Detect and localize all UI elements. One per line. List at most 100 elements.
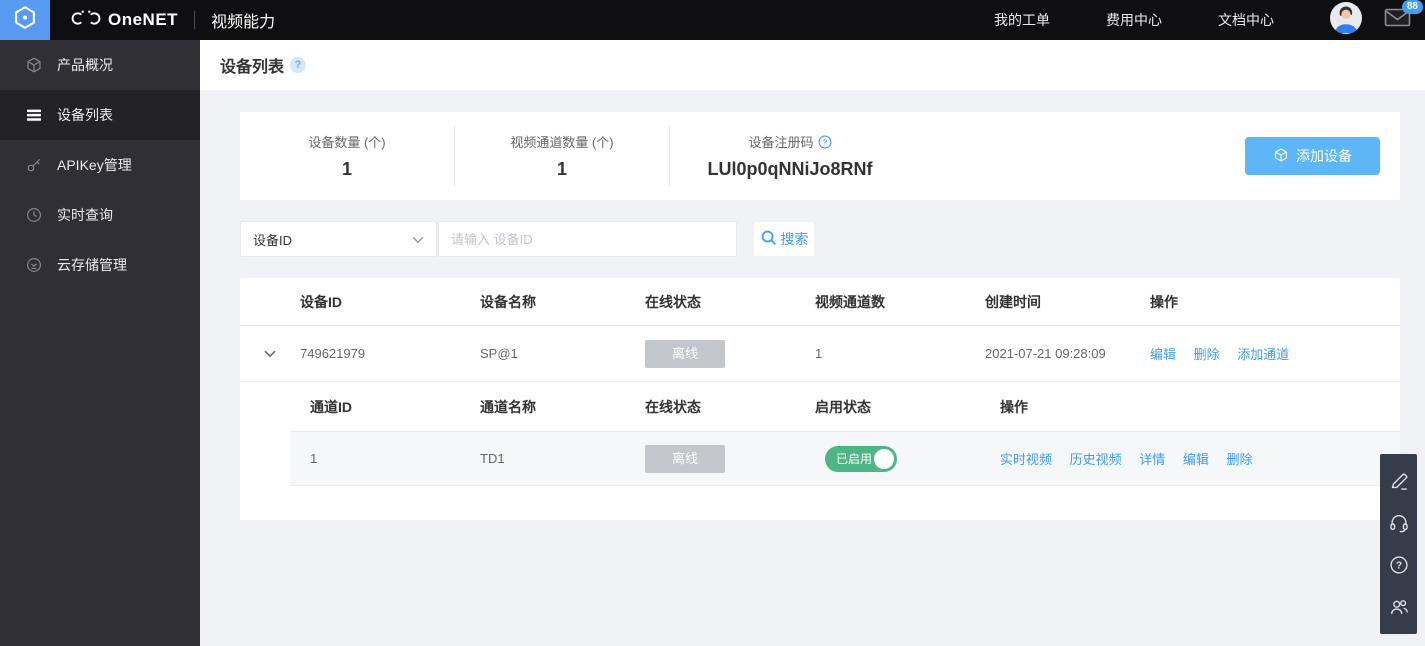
enable-status-toggle[interactable]: 已启用 [825, 446, 897, 472]
page-header: 设备列表 ? [200, 40, 1425, 90]
onenet-logo-icon [70, 9, 102, 32]
channel-table-header: 通道ID 通道名称 在线状态 启用状态 操作 [290, 382, 1400, 432]
register-code-help-icon[interactable]: ? [818, 135, 832, 149]
delete-channel-link[interactable]: 删除 [1227, 452, 1253, 467]
col-channel-online-status: 在线状态 [645, 397, 815, 417]
device-id-cell: 749621979 [300, 346, 480, 361]
content: 设备数量 (个) 1 视频通道数量 (个) 1 设备注册码 ? LUl [200, 90, 1425, 520]
sidebar-item-apikey[interactable]: APIKey管理 [0, 140, 200, 190]
live-video-link[interactable]: 实时视频 [1000, 452, 1052, 467]
page-title: 设备列表 [220, 53, 284, 77]
divider [194, 11, 195, 29]
stat-device-count: 设备数量 (个) 1 [240, 126, 455, 186]
sidebar: 产品概况 设备列表 APIKey管理 实时查询 [0, 40, 200, 646]
channel-table: 通道ID 通道名称 在线状态 启用状态 操作 1 TD1 离线 已启用 [290, 382, 1400, 486]
search-row: 设备ID 搜索 [240, 221, 1400, 257]
search-icon [760, 229, 777, 249]
device-table: 设备ID 设备名称 在线状态 视频通道数 创建时间 操作 749621979 S… [240, 278, 1400, 520]
brand-name: OneNET [108, 10, 178, 30]
avatar[interactable] [1330, 2, 1362, 39]
stat-register-code: 设备注册码 ? LUl0p0qNNiJo8RNf [670, 126, 910, 186]
col-enable-status: 启用状态 [815, 397, 1000, 417]
edit-channel-link[interactable]: 编辑 [1183, 452, 1209, 467]
col-device-name: 设备名称 [480, 292, 645, 312]
register-code-value: LUl0p0qNNiJo8RNf [707, 159, 872, 180]
svg-text:?: ? [822, 137, 827, 146]
channel-offline-badge: 离线 [645, 445, 725, 473]
col-online-status: 在线状态 [645, 292, 815, 312]
nav-my-tickets[interactable]: 我的工单 [994, 10, 1050, 30]
support-headset-icon[interactable] [1388, 512, 1410, 534]
channel-table-row: 1 TD1 离线 已启用 实时视频 历史视频 详情 编辑 删除 [290, 432, 1400, 486]
expand-row-chevron-icon[interactable] [240, 350, 300, 358]
sidebar-item-label: 实时查询 [57, 205, 113, 225]
col-create-time: 创建时间 [985, 292, 1150, 312]
search-button[interactable]: 搜索 [753, 221, 815, 257]
detail-link[interactable]: 详情 [1139, 452, 1165, 467]
device-table-header: 设备ID 设备名称 在线状态 视频通道数 创建时间 操作 [240, 278, 1400, 326]
channel-id-cell: 1 [290, 451, 480, 466]
sidebar-item-label: 云存储管理 [57, 255, 127, 275]
filter-selected-value: 设备ID [253, 230, 292, 249]
community-users-icon[interactable] [1388, 596, 1410, 618]
feedback-pencil-icon[interactable] [1388, 470, 1410, 492]
device-name-cell: SP@1 [480, 346, 645, 361]
create-time-cell: 2021-07-21 09:28:09 [985, 346, 1150, 361]
sidebar-item-product-overview[interactable]: 产品概况 [0, 40, 200, 90]
col-channel-id: 通道ID [290, 397, 480, 417]
stats-card: 设备数量 (个) 1 视频通道数量 (个) 1 设备注册码 ? LUl [240, 112, 1400, 200]
cube-add-icon [1273, 147, 1289, 166]
col-channel-name: 通道名称 [480, 397, 645, 417]
channel-count-cell: 1 [815, 346, 985, 361]
stat-channel-count: 视频通道数量 (个) 1 [455, 126, 670, 186]
cloud-storage-icon [25, 256, 43, 274]
hexagon-logo-icon [11, 4, 39, 37]
top-nav: 我的工单 费用中心 文档中心 [994, 10, 1330, 30]
svg-text:?: ? [1395, 561, 1401, 572]
history-video-link[interactable]: 历史视频 [1070, 452, 1122, 467]
floating-toolbar: ? [1380, 454, 1417, 634]
sidebar-item-label: 设备列表 [57, 105, 113, 125]
sidebar-item-device-list[interactable]: 设备列表 [0, 90, 200, 140]
edit-device-link[interactable]: 编辑 [1150, 347, 1176, 362]
help-question-icon[interactable]: ? [1388, 554, 1410, 576]
device-table-row: 749621979 SP@1 离线 1 2021-07-21 09:28:09 … [240, 326, 1400, 382]
sidebar-item-label: 产品概况 [57, 55, 113, 75]
page-help-icon[interactable]: ? [290, 57, 306, 73]
product-title: 视频能力 [211, 8, 275, 32]
col-device-id: 设备ID [300, 292, 480, 312]
stat-label: 视频通道数量 (个) [510, 132, 613, 151]
col-actions: 操作 [1150, 292, 1400, 312]
add-device-button[interactable]: 添加设备 [1245, 137, 1380, 175]
mail-count-badge: 88 [1402, 0, 1423, 14]
stat-label: 设备注册码 ? [748, 132, 831, 151]
search-filter-select[interactable]: 设备ID [240, 221, 437, 257]
search-input[interactable] [438, 221, 737, 257]
sidebar-item-label: APIKey管理 [57, 155, 132, 175]
sidebar-item-cloud-storage[interactable]: 云存储管理 [0, 240, 200, 290]
add-channel-link[interactable]: 添加通道 [1237, 347, 1289, 362]
channel-name-cell: TD1 [480, 451, 645, 466]
stat-value: 1 [342, 159, 352, 180]
chevron-down-icon [412, 232, 424, 247]
sidebar-item-realtime-query[interactable]: 实时查询 [0, 190, 200, 240]
stat-label: 设备数量 (个) [308, 132, 385, 151]
delete-device-link[interactable]: 删除 [1194, 347, 1220, 362]
clock-icon [25, 206, 43, 224]
onenet-brand[interactable]: OneNET [70, 9, 178, 32]
col-channel-actions: 操作 [1000, 397, 1400, 417]
channel-actions-cell: 实时视频 历史视频 详情 编辑 删除 [1000, 449, 1400, 468]
stat-value: 1 [557, 159, 567, 180]
nav-billing-center[interactable]: 费用中心 [1106, 10, 1162, 30]
cube-icon [25, 56, 43, 74]
main-area: 设备列表 ? 设备数量 (个) 1 视频通道数量 (个) 1 设备注册码 ? [200, 40, 1425, 646]
device-actions-cell: 编辑 删除 添加通道 [1150, 344, 1400, 363]
app-logo[interactable] [0, 0, 50, 40]
col-channel-count: 视频通道数 [815, 292, 985, 312]
toggle-knob [874, 449, 894, 469]
list-icon [25, 106, 43, 124]
mail-icon[interactable]: 88 [1384, 7, 1411, 33]
nav-docs-center[interactable]: 文档中心 [1218, 10, 1274, 30]
topbar: OneNET 视频能力 我的工单 费用中心 文档中心 88 [0, 0, 1425, 40]
key-icon [25, 156, 43, 174]
